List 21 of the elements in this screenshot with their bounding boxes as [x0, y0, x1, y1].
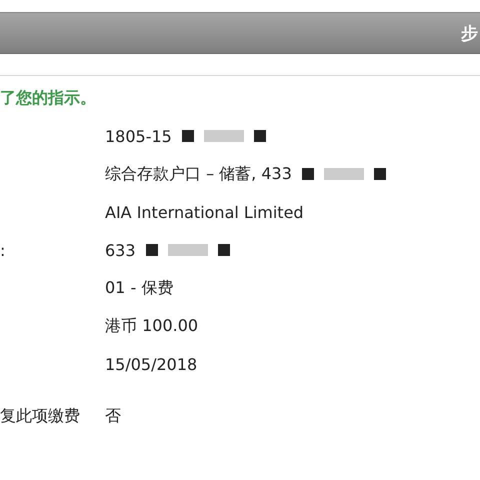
redaction-mark [204, 130, 244, 142]
field-value: 否 [105, 406, 121, 427]
confirmation-message: 了您的指示。 [0, 88, 96, 107]
field-label: : [0, 240, 6, 260]
redaction-mark [302, 168, 314, 180]
field-value: AIA International Limited [105, 202, 304, 222]
step-title: 步 [461, 22, 478, 44]
redaction-mark [146, 244, 158, 256]
field-value: 633 [105, 240, 136, 260]
field-label: 复此项缴费 [0, 406, 80, 425]
redaction-mark [218, 244, 230, 256]
field-value: 综合存款户口 – 储蓄, 433 [105, 164, 292, 184]
redaction-mark [374, 168, 386, 180]
field-value: 15/05/2018 [105, 354, 198, 374]
field-value: 1805-15 [105, 126, 172, 146]
field-value: 01 - 保费 [105, 278, 174, 298]
redaction-mark [182, 130, 194, 142]
redaction-mark [168, 244, 208, 256]
redaction-mark [324, 168, 364, 180]
redaction-mark [254, 130, 266, 142]
field-value: 港币 100.00 [105, 316, 198, 336]
